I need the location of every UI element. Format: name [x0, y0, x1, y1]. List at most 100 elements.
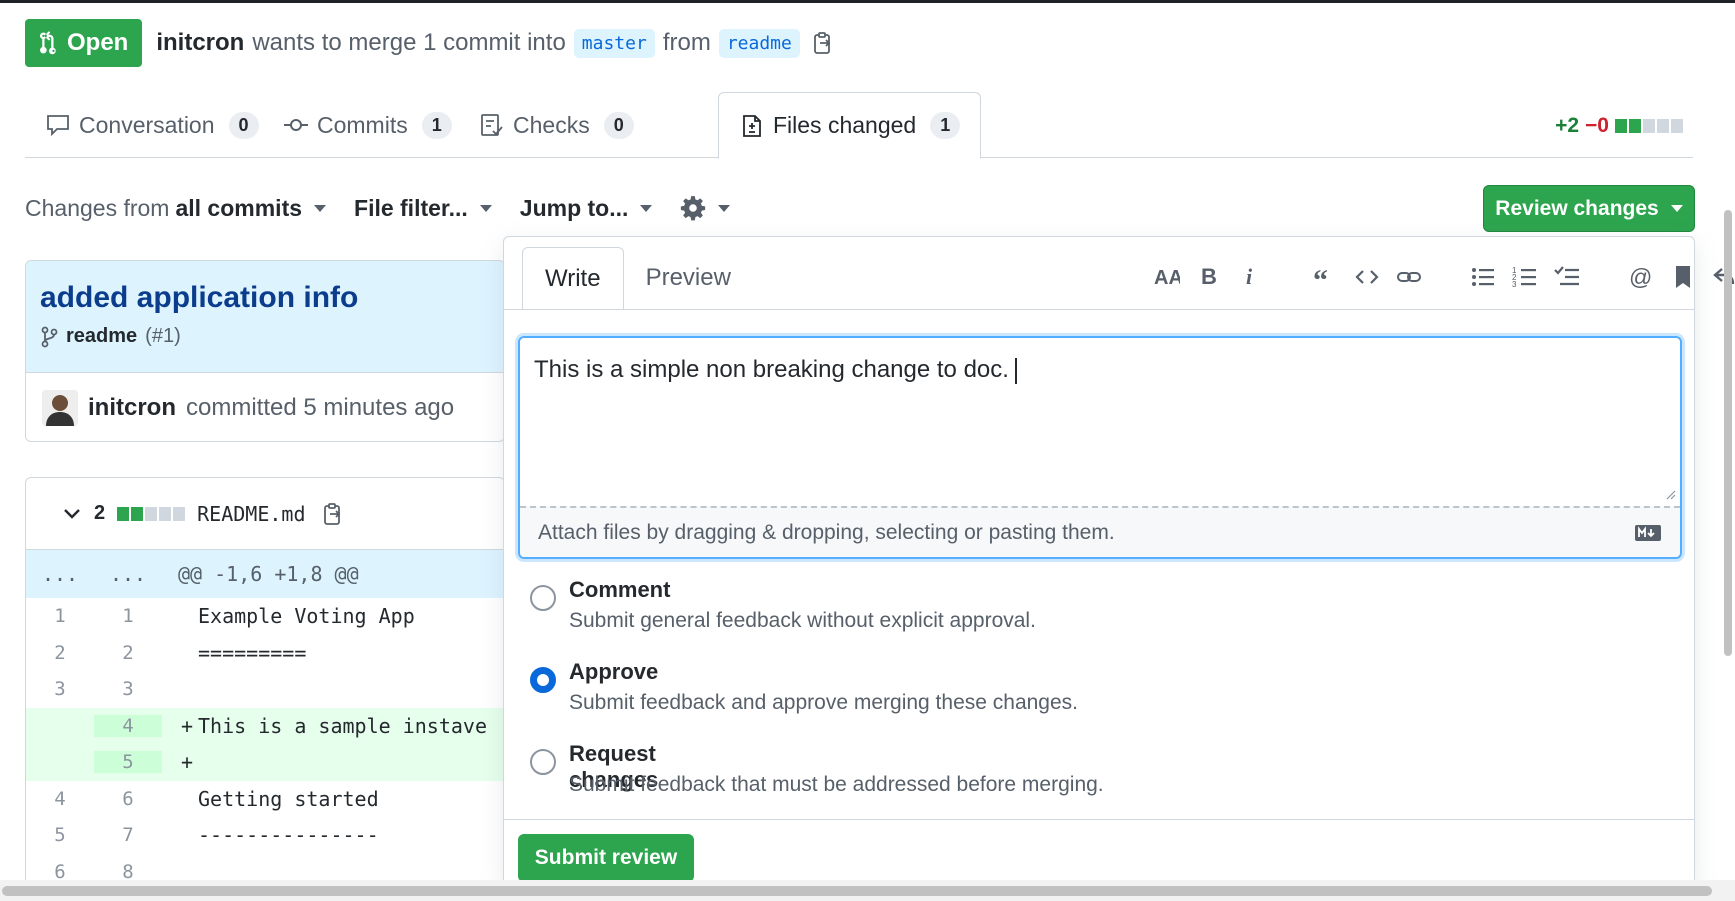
- radio-request-changes[interactable]: [530, 749, 556, 775]
- heading-icon[interactable]: AA: [1154, 264, 1180, 290]
- svg-text:AA: AA: [1154, 267, 1180, 289]
- ordered-list-icon[interactable]: 123: [1512, 264, 1538, 290]
- old-line-number[interactable]: 1: [26, 605, 94, 627]
- copy-icon[interactable]: [322, 502, 344, 526]
- avatar[interactable]: [42, 389, 78, 426]
- diff-line-added: 4 + This is a sample instave: [26, 707, 504, 744]
- file-name[interactable]: README.md: [197, 502, 305, 526]
- hunk-range: @@ -1,6 +1,8 @@: [178, 562, 359, 586]
- new-line-number[interactable]: 1: [94, 605, 162, 627]
- review-comment-text: This is a simple non breaking change to …: [534, 356, 1017, 384]
- changes-prefix: Changes from: [25, 194, 170, 221]
- tab-conversation[interactable]: Conversation 0: [25, 92, 279, 158]
- commit-branch-name[interactable]: readme: [66, 325, 137, 348]
- bold-icon[interactable]: B: [1196, 264, 1222, 290]
- pr-tabs: Conversation 0 Commits 1 Checks 0 Files …: [25, 92, 1693, 159]
- new-line-number[interactable]: 5: [94, 751, 162, 774]
- pull-request-icon: [40, 31, 56, 55]
- radio-approve[interactable]: [530, 667, 556, 693]
- commit-icon: [284, 119, 308, 131]
- new-line-number[interactable]: 2: [94, 642, 162, 664]
- code-icon[interactable]: [1354, 264, 1380, 290]
- italic-icon[interactable]: i: [1238, 264, 1264, 290]
- new-line-number[interactable]: 7: [94, 824, 162, 846]
- commit-time: committed 5 minutes ago: [186, 393, 455, 421]
- tab-label: Files changed: [773, 112, 917, 138]
- diff-settings-dropdown[interactable]: [680, 195, 731, 221]
- old-line-number[interactable]: 4: [26, 788, 94, 810]
- expand-up-button[interactable]: ...: [26, 562, 94, 586]
- horizontal-scrollbar[interactable]: [0, 880, 1735, 901]
- radio-comment[interactable]: [530, 585, 556, 611]
- deletions-count: −0: [1585, 114, 1609, 137]
- old-line-number[interactable]: 5: [26, 824, 94, 846]
- saved-reply-icon[interactable]: [1670, 264, 1696, 290]
- commit-author[interactable]: initcron: [88, 394, 176, 422]
- markdown-icon[interactable]: [1634, 524, 1662, 542]
- diff-line: 4 6 Getting started: [26, 781, 504, 818]
- review-changes-label: Review changes: [1495, 196, 1659, 220]
- commit-title[interactable]: added application info: [40, 281, 490, 315]
- chevron-down-icon: [640, 204, 653, 212]
- diffstat-blocks: [1615, 119, 1683, 133]
- old-line-number[interactable]: 6: [26, 861, 94, 880]
- git-branch-icon: [41, 326, 58, 347]
- editor-divider: [504, 309, 1694, 310]
- new-line-number[interactable]: 6: [94, 788, 162, 810]
- unordered-list-icon[interactable]: [1470, 264, 1496, 290]
- changes-from-dropdown[interactable]: Changes from all commits: [25, 194, 327, 222]
- additions-count: +2: [1555, 114, 1580, 137]
- chevron-down-icon: [479, 204, 492, 212]
- copy-icon[interactable]: [812, 31, 834, 55]
- diff-line: 5 7 ---------------: [26, 817, 504, 854]
- mention-icon[interactable]: @: [1628, 264, 1654, 290]
- svg-text:“: “: [1313, 264, 1328, 290]
- expand-down-button[interactable]: ...: [94, 562, 162, 586]
- diff-sign: +: [180, 713, 194, 738]
- new-line-number[interactable]: 4: [94, 714, 162, 737]
- chevron-down-icon[interactable]: [62, 507, 82, 521]
- tab-label: Conversation: [79, 111, 215, 138]
- diff-line: 6 8: [26, 854, 504, 880]
- new-line-number[interactable]: 8: [94, 861, 162, 880]
- review-changes-button[interactable]: Review changes: [1483, 185, 1695, 232]
- option-desc: Submit feedback that must be addressed b…: [569, 773, 1104, 796]
- attach-files-area[interactable]: Attach files by dragging & dropping, sel…: [520, 506, 1680, 557]
- diff-line: 2 2 =========: [26, 635, 504, 672]
- popover-divider: [504, 819, 1694, 820]
- tab-files-changed[interactable]: Files changed 1: [718, 92, 982, 159]
- tab-commits[interactable]: Commits 1: [263, 92, 472, 158]
- tab-write[interactable]: Write: [522, 247, 624, 310]
- merge-description: initcron wants to merge 1 commit into ma…: [156, 28, 834, 58]
- vertical-scrollbar[interactable]: [1724, 210, 1732, 656]
- jump-to-dropdown[interactable]: Jump to...: [520, 195, 653, 222]
- svg-text:B: B: [1201, 264, 1217, 289]
- base-branch-tag[interactable]: master: [573, 28, 655, 58]
- open-status-badge: Open: [25, 19, 143, 67]
- resize-handle-icon[interactable]: [1664, 488, 1676, 500]
- commit-author-row: initcron committed 5 minutes ago: [26, 372, 504, 441]
- option-desc: Submit feedback and approve merging thes…: [569, 691, 1078, 714]
- tab-checks[interactable]: Checks 0: [459, 92, 654, 158]
- file-filter-dropdown[interactable]: File filter...: [354, 195, 492, 222]
- old-line-number[interactable]: 3: [26, 678, 94, 700]
- file-change-count: 2: [94, 502, 106, 524]
- pr-author-link[interactable]: initcron: [156, 29, 244, 57]
- head-branch-tag[interactable]: readme: [718, 28, 800, 58]
- tab-preview[interactable]: Preview: [624, 247, 753, 309]
- diff-code: ---------------: [198, 823, 379, 848]
- option-label: Comment: [569, 577, 671, 602]
- file-diffstat-blocks: [117, 506, 186, 521]
- new-line-number[interactable]: 3: [94, 678, 162, 700]
- quote-icon[interactable]: “: [1312, 264, 1338, 290]
- link-icon[interactable]: [1396, 264, 1422, 290]
- review-comment-textarea[interactable]: This is a simple non breaking change to …: [518, 336, 1682, 559]
- task-list-icon[interactable]: [1554, 264, 1580, 290]
- pr-status-row: Open initcron wants to merge 1 commit in…: [25, 19, 834, 67]
- markdown-toolbar: AA B i “ 123 @: [1154, 257, 1735, 297]
- old-line-number[interactable]: 2: [26, 642, 94, 664]
- commit-pr-ref[interactable]: (#1): [145, 325, 181, 348]
- commit-summary: added application info readme (#1) initc…: [25, 260, 505, 442]
- scrollbar-thumb[interactable]: [2, 886, 1712, 896]
- submit-review-button[interactable]: Submit review: [518, 834, 694, 882]
